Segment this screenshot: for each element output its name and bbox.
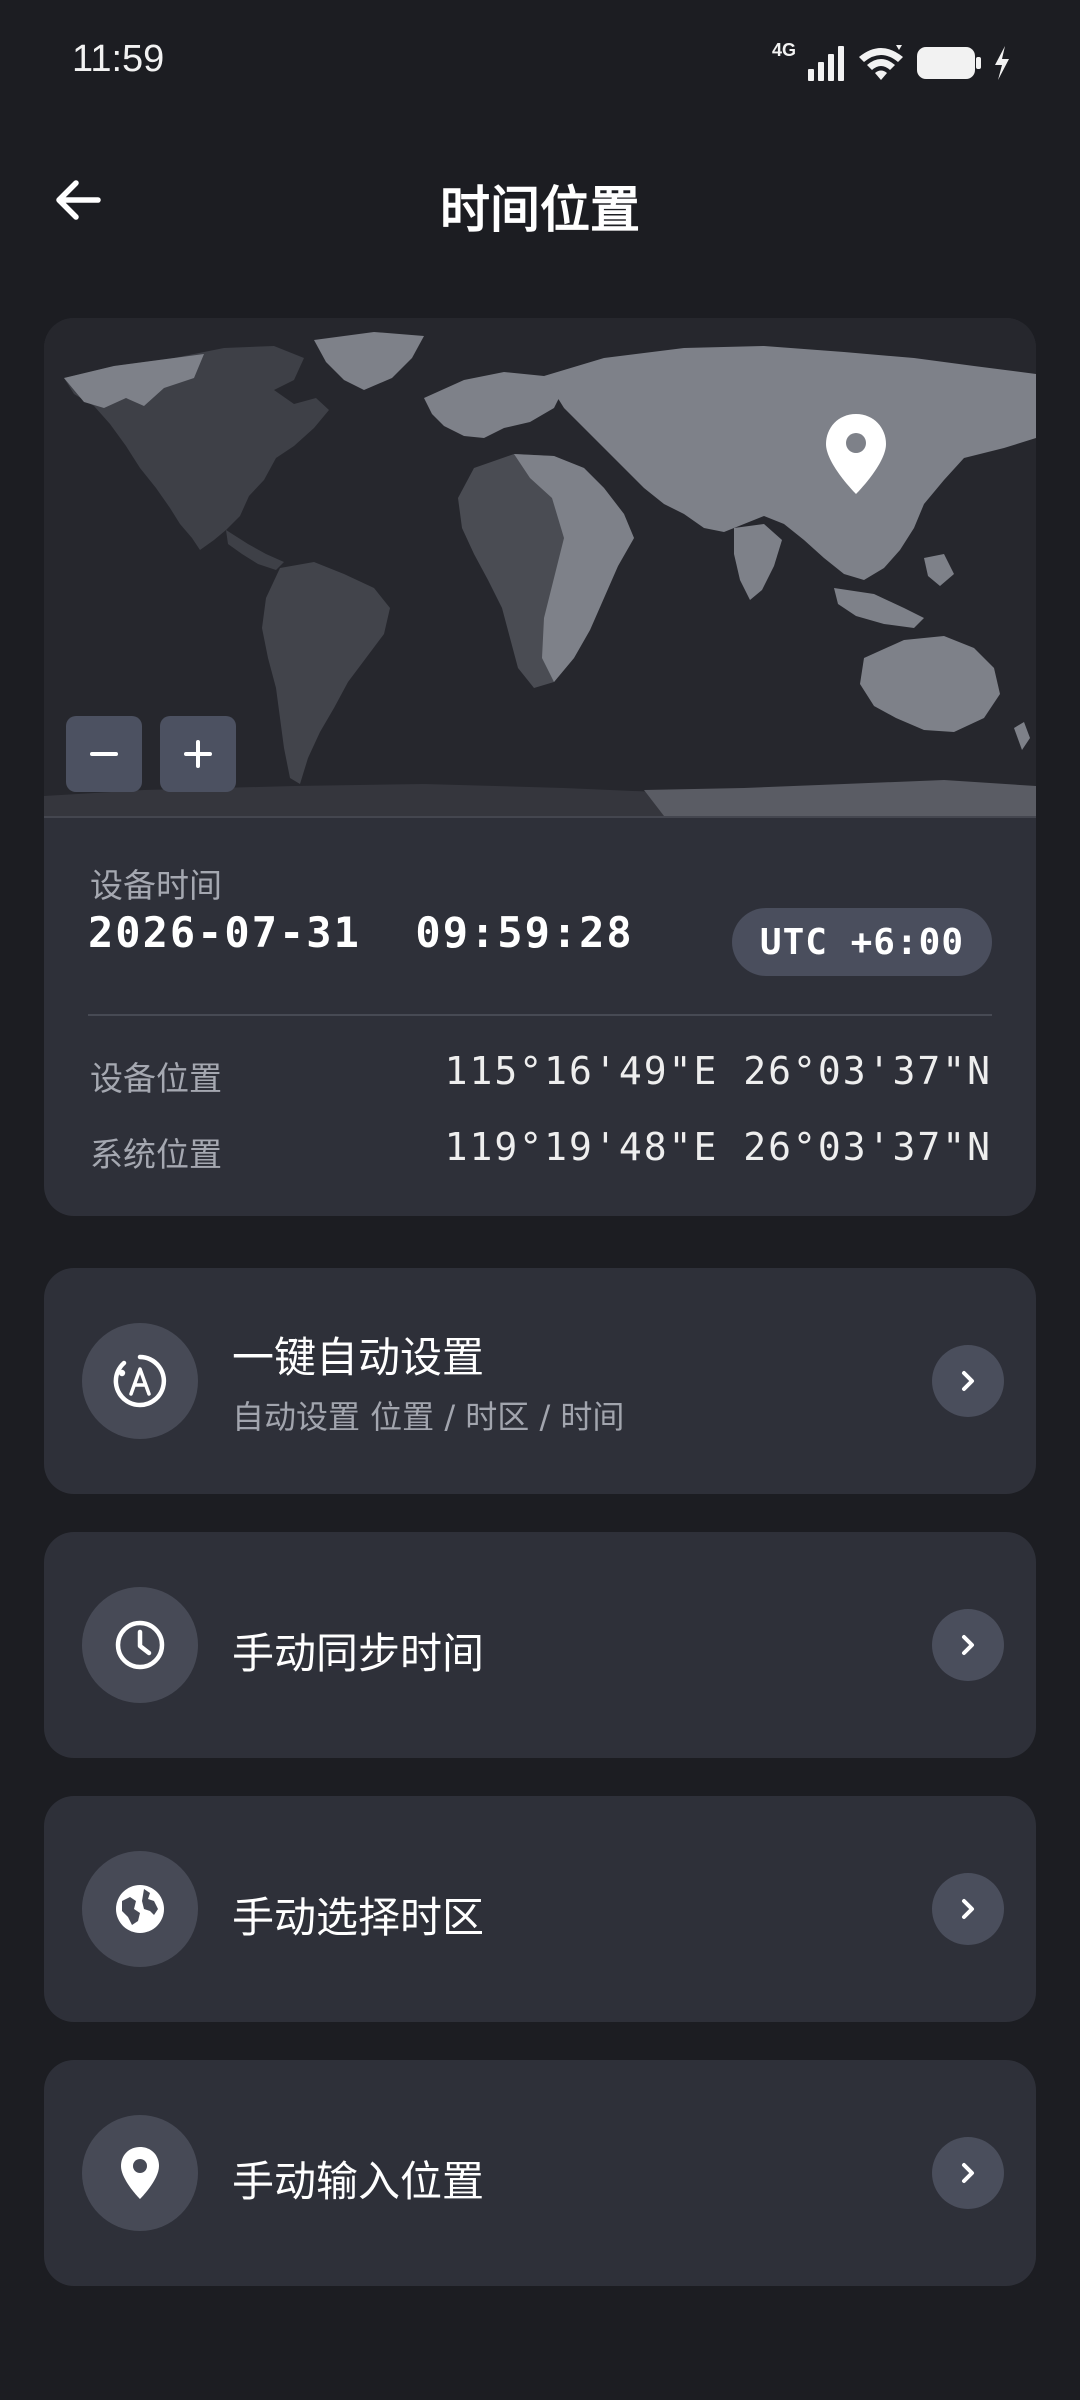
manual-select-timezone-chevron <box>932 1873 1004 1945</box>
auto-setup-subtitle: 自动设置 位置 / 时区 / 时间 <box>232 1398 625 1436</box>
status-icons: 4G <box>772 38 1012 88</box>
zoom-in-button[interactable] <box>160 716 236 792</box>
device-time-value: 2026-07-31 09:59:28 <box>88 908 634 957</box>
clock-icon <box>115 1620 165 1670</box>
device-time-label: 设备时间 <box>90 866 222 905</box>
network-type-label: 4G <box>771 40 796 60</box>
charging-icon <box>995 46 1009 80</box>
page-title: 时间位置 <box>440 181 640 239</box>
battery-icon <box>917 47 981 79</box>
timezone-badge: UTC +6:00 <box>731 908 992 976</box>
chevron-right-icon <box>962 1899 974 1919</box>
signal-icon <box>808 46 844 81</box>
manual-enter-location-chevron <box>932 2137 1004 2209</box>
system-location-value: 119°19'48"E 26°03'37"N <box>444 1125 992 1169</box>
status-time: 11:59 <box>72 38 165 80</box>
info-divider <box>88 1014 992 1016</box>
manual-sync-time-icon-circle <box>82 1587 198 1703</box>
manual-sync-time-chevron <box>932 1609 1004 1681</box>
auto-setup-title: 一键自动设置 <box>232 1333 485 1382</box>
minus-icon <box>90 752 118 756</box>
auto-sync-icon <box>113 1354 167 1408</box>
header: 时间位置 <box>0 150 1080 250</box>
manual-sync-time-button[interactable]: 手动同步时间 <box>44 1532 1036 1758</box>
device-location-value: 115°16'49"E 26°03'37"N <box>444 1049 992 1093</box>
world-map[interactable] <box>44 318 1036 816</box>
manual-sync-time-title: 手动同步时间 <box>232 1629 485 1678</box>
chevron-right-icon <box>962 1371 974 1391</box>
auto-setup-chevron <box>932 1345 1004 1417</box>
location-pin-icon <box>121 2147 159 2199</box>
globe-icon <box>116 1885 164 1933</box>
time-location-card: 设备时间 2026-07-31 09:59:28 UTC +6:00 设备位置 … <box>44 318 1036 1216</box>
manual-select-timezone-icon-circle <box>82 1851 198 1967</box>
manual-enter-location-button[interactable]: 手动输入位置 <box>44 2060 1036 2286</box>
manual-enter-location-icon-circle <box>82 2115 198 2231</box>
device-location-label: 设备位置 <box>90 1059 222 1098</box>
map-divider <box>44 816 1036 818</box>
status-bar: 11:59 4G <box>0 0 1080 130</box>
auto-setup-button[interactable]: 一键自动设置 自动设置 位置 / 时区 / 时间 <box>44 1268 1036 1494</box>
system-location-label: 系统位置 <box>90 1135 222 1174</box>
manual-select-timezone-title: 手动选择时区 <box>232 1893 485 1942</box>
chevron-right-icon <box>962 2163 974 2183</box>
chevron-right-icon <box>962 1635 974 1655</box>
manual-enter-location-title: 手动输入位置 <box>232 2157 485 2206</box>
wifi-icon <box>859 45 903 80</box>
screen: 11:59 4G 时间位置 设备时间 2026-07-31 09:59:28 U… <box>0 0 1080 2400</box>
auto-setup-icon-circle <box>82 1323 198 1439</box>
manual-select-timezone-button[interactable]: 手动选择时区 <box>44 1796 1036 2022</box>
zoom-out-button[interactable] <box>66 716 142 792</box>
plus-icon <box>184 740 212 768</box>
